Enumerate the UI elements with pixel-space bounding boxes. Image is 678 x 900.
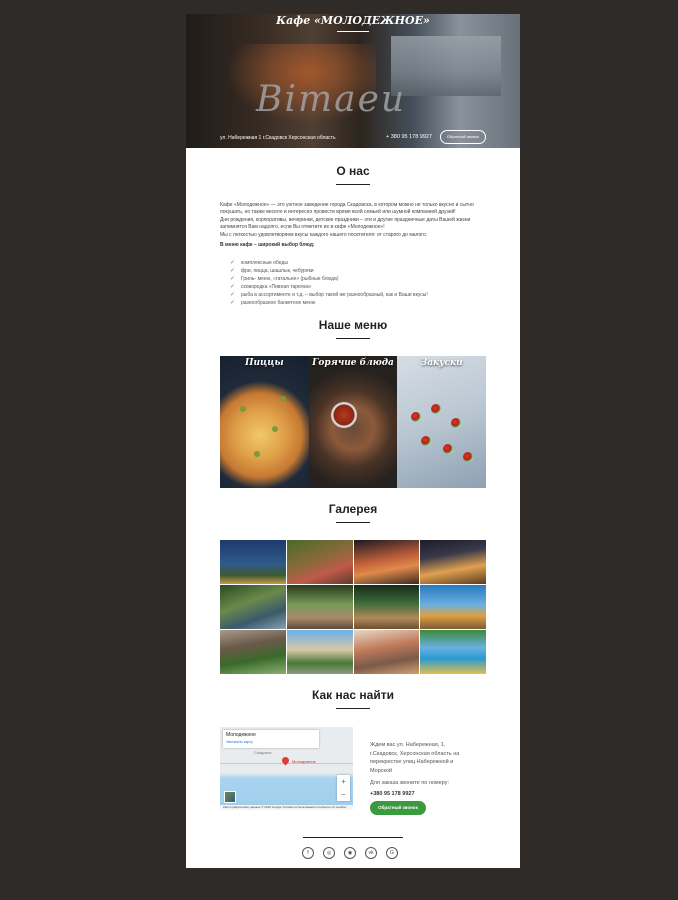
list-item: ✓ Гриль- меню, «гатальне» (рыбные блюда) bbox=[230, 275, 428, 283]
canape bbox=[411, 412, 422, 422]
location-title: Как нас найти bbox=[312, 688, 394, 702]
gallery-photo[interactable] bbox=[286, 585, 353, 629]
menu-divider bbox=[336, 338, 370, 339]
gallery-photo[interactable] bbox=[353, 630, 420, 674]
hero-divider bbox=[337, 31, 369, 32]
menu-card-label: Горячие блюда bbox=[312, 358, 394, 368]
about-subheading: В меню кафе – широкий выбор блюд: bbox=[220, 242, 315, 248]
about-section: О нас Кафе «Молодежное» — это уютное зав… bbox=[186, 164, 520, 306]
check-icon: ✓ bbox=[230, 300, 236, 306]
gallery-photo[interactable] bbox=[286, 630, 353, 674]
menu-section: Наше меню Пиццы Горячие блюда Закуски bbox=[186, 318, 520, 488]
list-item: ✓ рыба в ассортименте и т.д. – выбор тако… bbox=[230, 291, 428, 299]
pizza-topping bbox=[254, 451, 260, 457]
about-paragraph: Мы с легкостью удовлетворяем вкусы каждо… bbox=[220, 232, 428, 238]
gallery-photo[interactable] bbox=[286, 540, 353, 584]
list-item: ✓ разнообразное банкетное меню bbox=[230, 299, 428, 307]
hero-banner: Bimaeu Кафе «МОЛОДЕЖНОЕ» ул. Набережная … bbox=[186, 14, 520, 148]
list-item: ✓ сковородка «Пивная тарелка» bbox=[230, 283, 428, 291]
facebook-icon[interactable]: f bbox=[302, 847, 314, 859]
gallery-divider bbox=[336, 522, 370, 523]
about-text: Кафе «Молодежное» — это уютное заведение… bbox=[220, 202, 486, 250]
location-address: Ждем вас ул. Набережная, 1, г.Скадовск, … bbox=[370, 742, 460, 774]
gallery-title: Галерея bbox=[328, 502, 378, 516]
pizza-topping bbox=[240, 406, 246, 412]
hero-callback-button[interactable]: Обратный звонок bbox=[440, 130, 486, 144]
zoom-in-icon[interactable]: + bbox=[337, 775, 350, 788]
callback-button[interactable]: Обратный звонок bbox=[370, 801, 426, 815]
pizza-topping bbox=[280, 396, 286, 402]
menu-features-list: ✓ комплексные обеды ✓ фри, пицца, шашлык, … bbox=[230, 259, 428, 307]
google-icon[interactable]: G bbox=[386, 847, 398, 859]
about-paragraph: Дни рождения, корпоративы, вечеринки, де… bbox=[220, 217, 471, 230]
footer-divider bbox=[303, 837, 403, 838]
check-icon: ✓ bbox=[230, 260, 236, 266]
list-item-label: рыба в ассортименте и т.д. – выбор такой… bbox=[241, 292, 428, 298]
pizza-topping bbox=[272, 426, 278, 432]
sauce-bowl bbox=[330, 402, 357, 428]
menu-cards: Пиццы Горячие блюда Закуски bbox=[220, 356, 487, 488]
map-satellite-toggle[interactable] bbox=[224, 791, 236, 803]
list-item-label: комплексные обеды bbox=[241, 260, 288, 266]
check-icon: ✓ bbox=[230, 268, 236, 274]
map-town-label: Скадовск bbox=[254, 750, 272, 755]
gallery-photo[interactable] bbox=[420, 540, 486, 584]
social-links: f ◎ ◉ vk G bbox=[302, 847, 398, 859]
gallery-photo[interactable] bbox=[420, 630, 486, 674]
gallery-photo[interactable] bbox=[353, 540, 420, 584]
map-place-card: Молодежное Увеличить карту bbox=[223, 730, 319, 748]
gallery-section: Галерея bbox=[186, 502, 520, 674]
hero-phone[interactable]: + 380 95 178 9927 bbox=[386, 134, 432, 140]
hero-address: ул. Набережная 1 г.Скадовск Херсонская о… bbox=[220, 135, 336, 141]
map-zoom-control[interactable]: + − bbox=[337, 775, 350, 801]
gallery-photo[interactable] bbox=[353, 585, 420, 629]
canape bbox=[463, 452, 474, 462]
menu-title: Наше меню bbox=[318, 318, 388, 332]
instagram-icon[interactable]: ◎ bbox=[323, 847, 335, 859]
list-item: ✓ комплексные обеды bbox=[230, 259, 428, 267]
order-label: Для заказа звоните по номеру: bbox=[370, 780, 450, 786]
canape bbox=[451, 418, 462, 428]
canape bbox=[443, 444, 454, 454]
menu-card-label: Пиццы bbox=[245, 358, 284, 368]
menu-card-hot-dishes[interactable]: Горячие блюда bbox=[308, 356, 398, 488]
order-phone[interactable]: +380 95 178 9927 bbox=[370, 791, 415, 797]
google-map[interactable]: Скадовск Молодежное Молодежное Увеличить… bbox=[220, 727, 353, 810]
hero-shade bbox=[186, 14, 520, 148]
gallery-photo[interactable] bbox=[220, 630, 286, 674]
menu-card-label: Закуски bbox=[420, 358, 463, 368]
check-icon: ✓ bbox=[230, 284, 236, 290]
about-divider bbox=[336, 184, 370, 185]
list-item-label: фри, пицца, шашлык, чебуреки bbox=[241, 268, 314, 274]
landing-page: Bimaeu Кафе «МОЛОДЕЖНОЕ» ул. Набережная … bbox=[186, 14, 520, 868]
map-place-name: Молодежное bbox=[226, 732, 256, 738]
map-footer: Картографические данные © 2019 Google Ус… bbox=[220, 805, 353, 810]
vk-icon[interactable]: vk bbox=[365, 847, 377, 859]
list-item-label: сковородка «Пивная тарелка» bbox=[241, 284, 312, 290]
odnoklassniki-icon[interactable]: ◉ bbox=[344, 847, 356, 859]
location-divider bbox=[336, 708, 370, 709]
zoom-out-icon[interactable]: − bbox=[337, 788, 350, 801]
menu-card-snacks[interactable]: Закуски bbox=[397, 356, 487, 488]
hero-title: Кафе «МОЛОДЕЖНОЕ» bbox=[276, 14, 430, 27]
check-icon: ✓ bbox=[230, 292, 236, 298]
about-paragraph: Кафе «Молодежное» — это уютное заведение… bbox=[220, 202, 474, 215]
list-item-label: Гриль- меню, «гатальне» (рыбные блюда) bbox=[241, 276, 339, 282]
gallery-photo[interactable] bbox=[220, 585, 286, 629]
list-item: ✓ фри, пицца, шашлык, чебуреки bbox=[230, 267, 428, 275]
location-section: Как нас найти Скадовск Молодежное Молоде… bbox=[186, 688, 520, 815]
canape bbox=[431, 404, 442, 414]
gallery-photo[interactable] bbox=[220, 540, 286, 584]
map-enlarge-link[interactable]: Увеличить карту bbox=[226, 740, 316, 744]
list-item-label: разнообразное банкетное меню bbox=[241, 300, 316, 306]
gallery-photo[interactable] bbox=[420, 585, 486, 629]
menu-card-pizza[interactable]: Пиццы bbox=[220, 356, 309, 488]
about-title: О нас bbox=[336, 164, 370, 178]
check-icon: ✓ bbox=[230, 276, 236, 282]
canape bbox=[421, 436, 432, 446]
map-pin-label: Молодежное bbox=[292, 759, 316, 764]
gallery-grid bbox=[220, 540, 486, 674]
